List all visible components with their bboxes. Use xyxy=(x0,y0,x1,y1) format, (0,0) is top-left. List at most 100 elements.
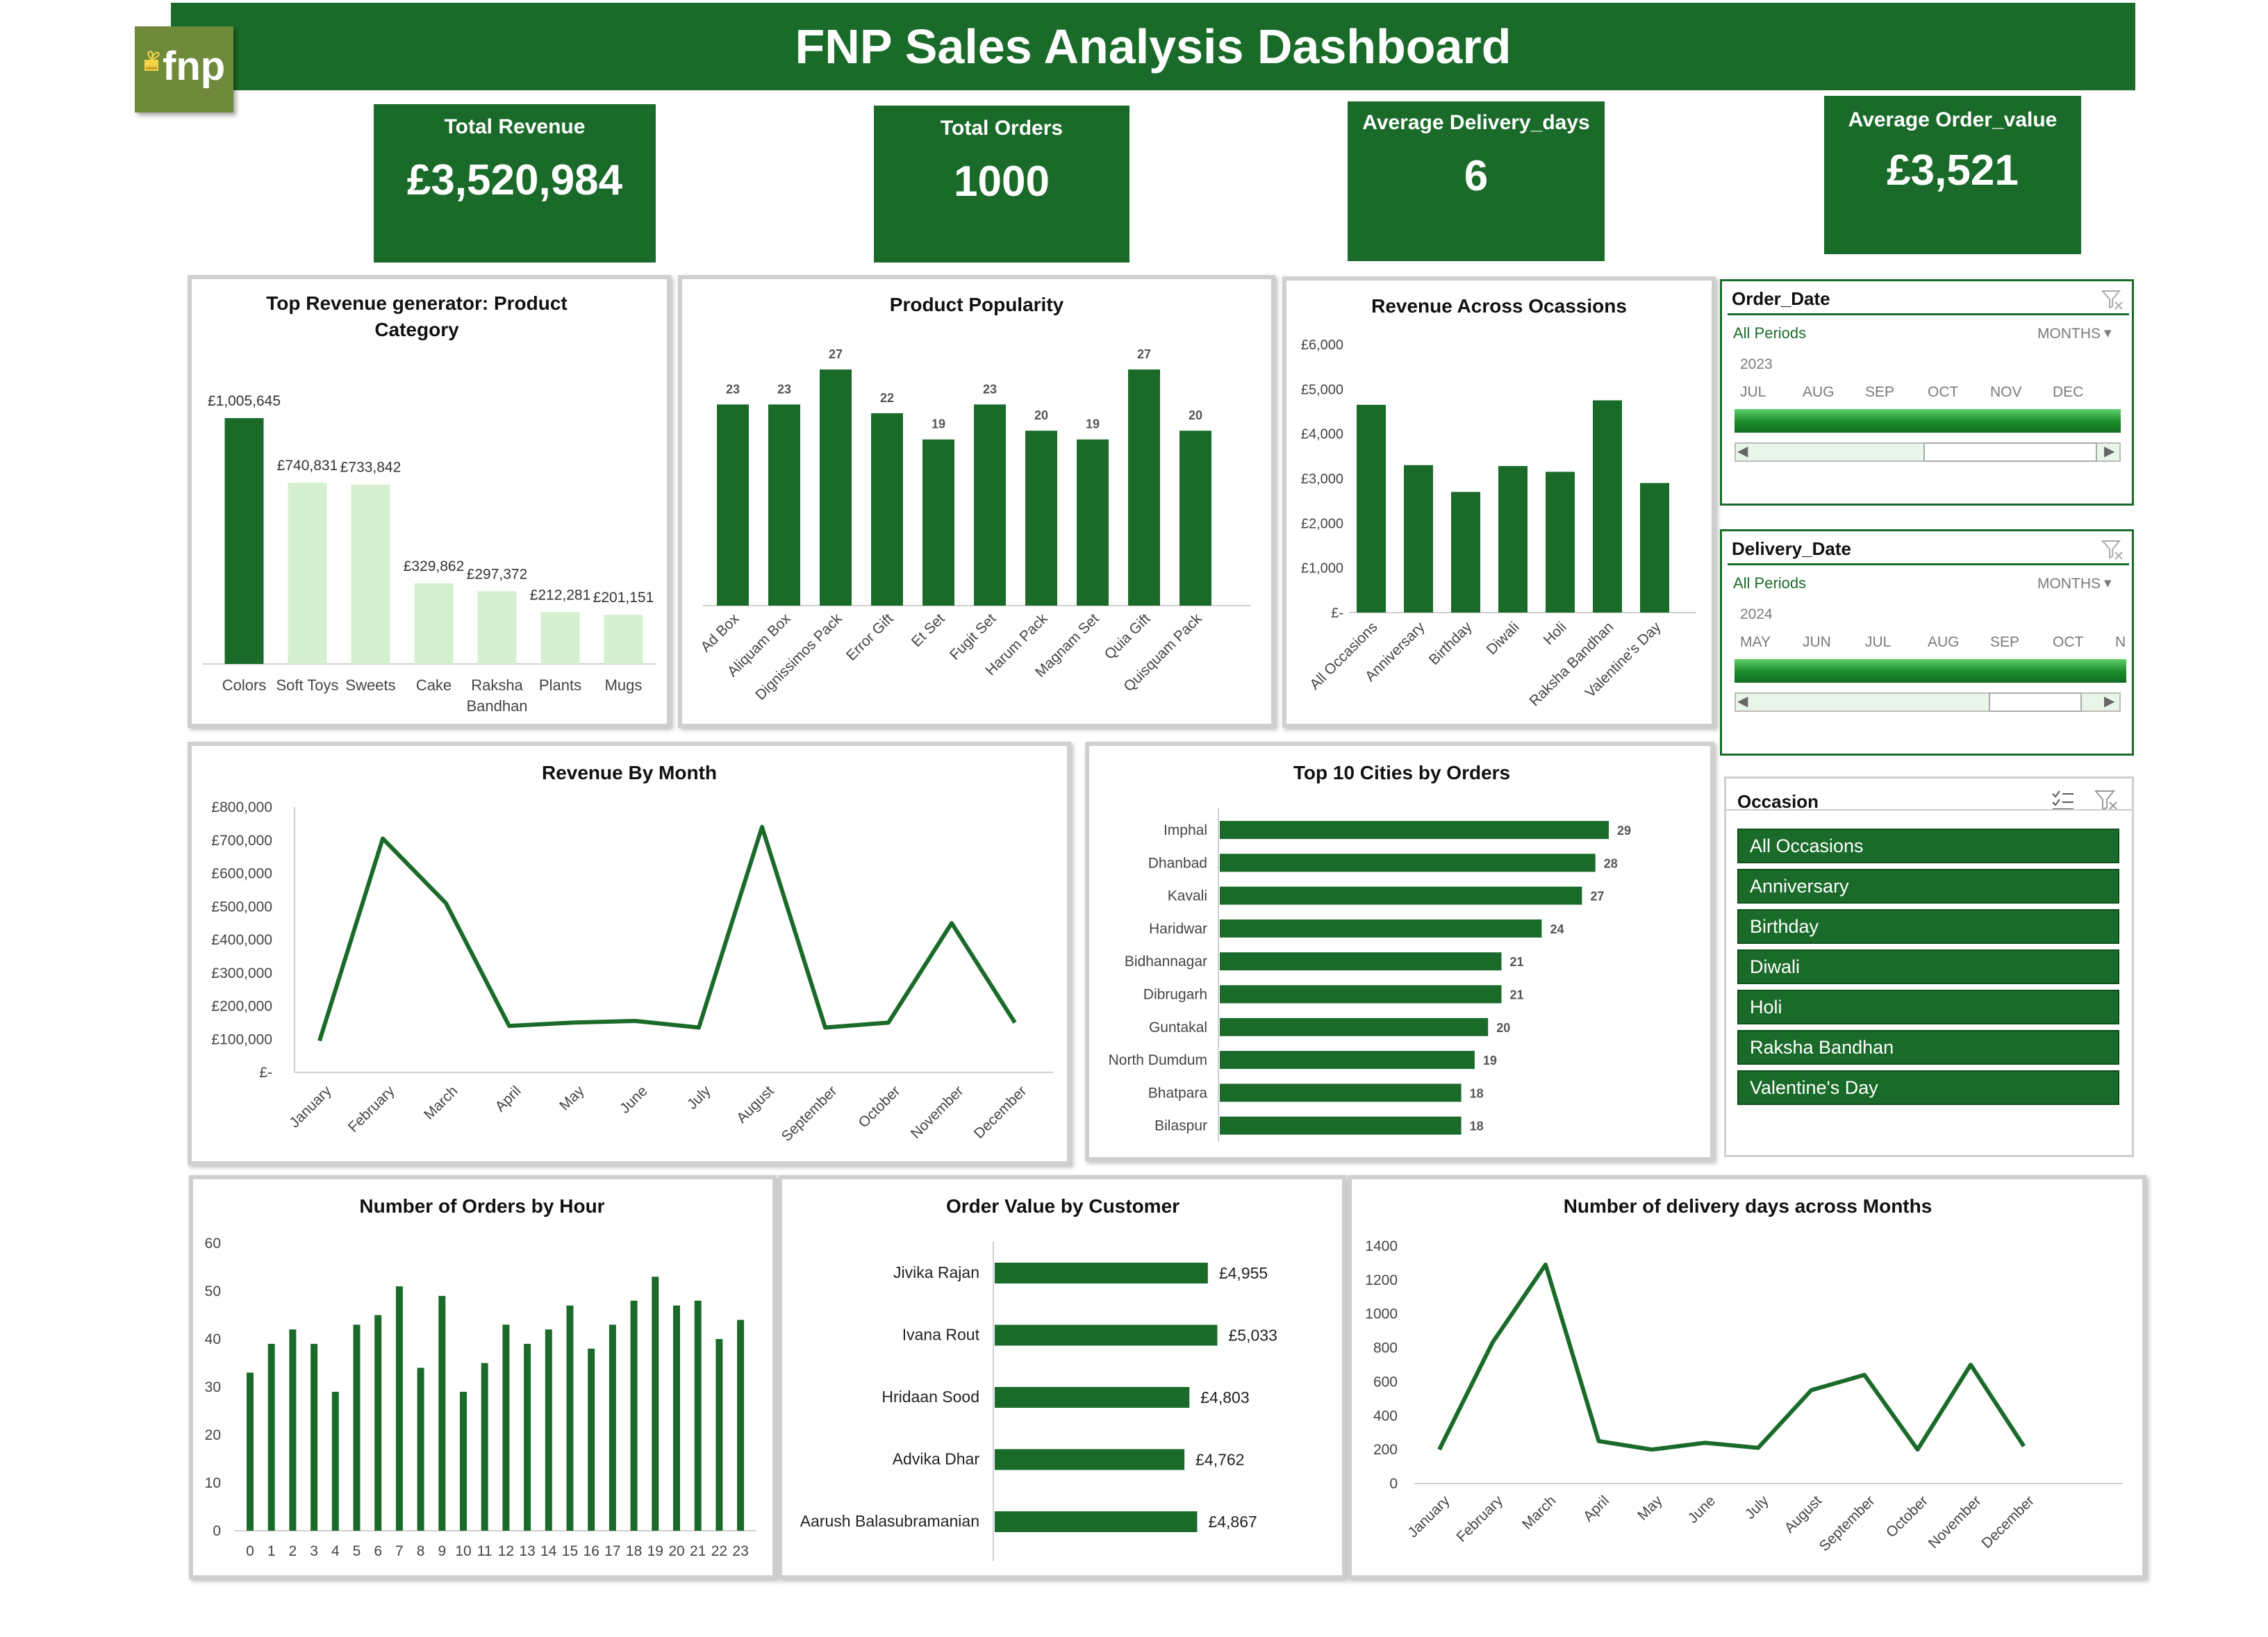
x-tick-label: August xyxy=(734,1083,777,1127)
x-tick-label: September xyxy=(779,1083,841,1145)
x-tick-label: November xyxy=(1926,1493,1985,1552)
y-tick-label: £2,000 xyxy=(1301,516,1343,531)
kpi-label: Total Orders xyxy=(940,117,1063,140)
data-label: 20 xyxy=(1189,408,1202,422)
x-tick-label: May xyxy=(556,1083,588,1114)
tick-label: Haridwar xyxy=(1149,921,1207,937)
occasion-item[interactable]: Raksha Bandhan xyxy=(1737,1030,2119,1065)
data-label: £4,762 xyxy=(1195,1451,1244,1469)
x-tick-label: 11 xyxy=(477,1543,492,1559)
scroll-left-icon[interactable]: ◀ xyxy=(1737,442,1748,460)
time-level-select[interactable]: MONTHS xyxy=(2037,326,2101,342)
x-tick-label: February xyxy=(1453,1493,1506,1545)
x-tick-label: 7 xyxy=(395,1543,404,1559)
month-label[interactable]: N xyxy=(2115,634,2126,651)
bar xyxy=(1077,439,1109,606)
occasion-item[interactable]: Valentine's Day xyxy=(1737,1070,2119,1105)
scroll-right-icon[interactable]: ▶ xyxy=(2104,692,2114,710)
x-tick-label: May xyxy=(1634,1493,1666,1524)
tick-label: Dignissimos Pack xyxy=(752,610,845,704)
chart-title: Revenue By Month xyxy=(542,762,717,783)
occasion-slicer[interactable]: Occasion All Occasions Anniversary Birthda… xyxy=(1724,776,2134,1157)
top-cities-chart: Top 10 Cities by Orders Imphal 29 Dhanbad 28… xyxy=(1109,762,1631,1142)
occasion-item[interactable]: Diwali xyxy=(1737,949,2119,984)
bar xyxy=(1357,404,1386,613)
x-tick-label: 6 xyxy=(374,1543,382,1559)
month-label[interactable]: AUG xyxy=(1803,384,1835,401)
y-tick-label: £400,000 xyxy=(211,932,272,948)
data-label: £201,151 xyxy=(593,590,654,606)
month-label[interactable]: AUG xyxy=(1928,634,1960,651)
bar xyxy=(1128,369,1160,606)
chevron-down-icon[interactable]: ▾ xyxy=(2104,574,2112,592)
scroll-thumb[interactable] xyxy=(1923,442,2097,462)
tick-label: Aarush Balasubramanian xyxy=(800,1512,979,1530)
month-label[interactable]: JUN xyxy=(1803,634,1831,651)
bar xyxy=(374,1315,382,1531)
bar xyxy=(974,404,1006,606)
tick-label: Raksha xyxy=(471,676,523,694)
bar xyxy=(1451,492,1480,613)
data-label: £4,955 xyxy=(1219,1264,1268,1282)
scroll-right-icon[interactable]: ▶ xyxy=(2104,442,2114,460)
clear-filter-icon[interactable] xyxy=(2093,788,2119,812)
bar xyxy=(566,1305,574,1531)
clear-filter-icon[interactable] xyxy=(2100,288,2124,310)
bar xyxy=(1640,483,1669,613)
order-value-by-customer-chart: Order Value by Customer Jivika Rajan £4,95… xyxy=(800,1195,1277,1561)
tick-label: Imphal xyxy=(1164,822,1207,838)
chart-card-occasions: Revenue Across Ocassions £- £1,000 £2,000 £3… xyxy=(1282,276,1716,728)
x-tick-label: December xyxy=(1978,1493,2037,1552)
bar xyxy=(267,1343,275,1531)
scroll-left-icon[interactable]: ◀ xyxy=(1737,692,1748,710)
occasion-item[interactable]: Holi xyxy=(1737,990,2119,1024)
scroll-thumb[interactable] xyxy=(1989,692,2082,712)
month-label[interactable]: NOV xyxy=(1990,384,2022,401)
timeline-bar[interactable] xyxy=(1735,409,2121,433)
y-tick-label: 800 xyxy=(1373,1340,1398,1356)
y-tick-label: £1,000 xyxy=(1301,561,1343,576)
data-label: 29 xyxy=(1617,824,1631,838)
y-tick-label: £600,000 xyxy=(211,866,272,882)
timeline-bar[interactable] xyxy=(1735,659,2126,683)
x-tick-label: 4 xyxy=(331,1543,340,1559)
month-label[interactable]: SEP xyxy=(1990,634,2019,651)
tick-label: Diwali xyxy=(1484,619,1523,658)
year-label: 2023 xyxy=(1740,356,1773,372)
occasion-item[interactable]: Birthday xyxy=(1737,909,2119,944)
month-label[interactable]: JUL xyxy=(1740,384,1766,401)
x-tick-label: April xyxy=(1580,1493,1612,1524)
month-label[interactable]: OCT xyxy=(1928,384,1958,401)
kpi-avg-order-value: Average Order_value £3,521 xyxy=(1824,96,2081,254)
kpi-total-orders: Total Orders 1000 xyxy=(874,106,1129,263)
time-level-select[interactable]: MONTHS xyxy=(2037,576,2101,592)
x-tick-label: 15 xyxy=(562,1543,578,1559)
timeline-scrollbar[interactable]: ◀ ▶ xyxy=(1735,442,2121,462)
chart-card-rev-month: Revenue By Month £- £100,000 £200,000 £300,0… xyxy=(188,742,1071,1165)
bar xyxy=(247,1372,254,1531)
month-label[interactable]: SEP xyxy=(1865,384,1894,401)
x-tick-label: April xyxy=(492,1083,524,1115)
clear-filter-icon[interactable] xyxy=(2100,538,2124,560)
chevron-down-icon[interactable]: ▾ xyxy=(2104,324,2112,342)
occasion-item[interactable]: Anniversary xyxy=(1737,869,2119,904)
timeline-scrollbar[interactable]: ◀ ▶ xyxy=(1735,692,2121,712)
x-tick-label: 1 xyxy=(267,1543,276,1559)
y-tick-label: £800,000 xyxy=(211,799,272,815)
delivery-date-slicer[interactable]: Delivery_Date All Periods MONTHS ▾ 2024 … xyxy=(1720,529,2134,756)
bar xyxy=(768,404,800,606)
x-tick-label: 23 xyxy=(732,1543,748,1559)
tick-label: Error Gift xyxy=(843,610,897,664)
chart-card-category: Top Revenue generator: Product Category £1… xyxy=(188,275,671,728)
chart-title: Category xyxy=(374,319,459,340)
bar xyxy=(630,1300,638,1531)
month-label[interactable]: DEC xyxy=(2053,384,2083,401)
month-label[interactable]: JUL xyxy=(1865,634,1891,651)
occasion-item[interactable]: All Occasions xyxy=(1737,829,2119,863)
dashboard-title: FNP Sales Analysis Dashboard xyxy=(171,3,2135,90)
month-label[interactable]: OCT xyxy=(2053,634,2083,651)
data-label: £740,831 xyxy=(277,458,338,474)
multi-select-icon[interactable] xyxy=(2050,788,2076,812)
month-label[interactable]: MAY xyxy=(1740,634,1771,651)
order-date-slicer[interactable]: Order_Date All Periods MONTHS ▾ 2023 JUL… xyxy=(1720,279,2134,506)
